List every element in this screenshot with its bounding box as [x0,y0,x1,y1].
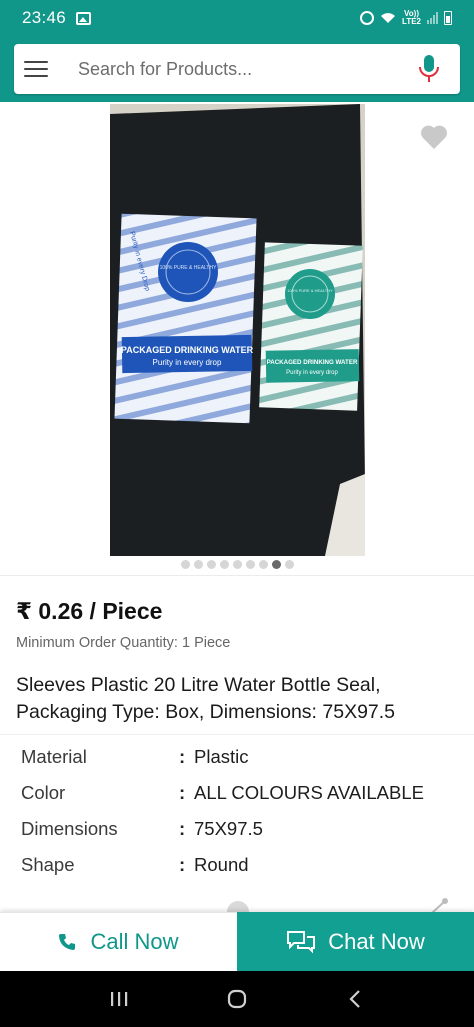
gallery-dot[interactable] [180,560,190,569]
call-now-button[interactable]: Call Now [0,912,237,971]
gallery-dot[interactable] [232,560,242,569]
spec-separator: : [179,818,186,839]
spec-key: Material [21,746,87,767]
network-label-bottom: LTE2 [402,17,421,26]
spec-separator: : [179,746,186,767]
spec-value: ALL COLOURS AVAILABLE [194,782,424,803]
specifications-table: Material : Plastic Color : ALL COLOURS A… [21,739,461,883]
chat-now-button[interactable]: Chat Now [237,912,474,971]
gallery-dot[interactable] [206,560,216,569]
phone-icon [59,934,76,950]
mic-icon[interactable] [418,54,440,84]
spec-value: Plastic [194,746,249,767]
blue-seal-text: 100% PURE & HEALTHY [160,265,218,271]
back-icon [349,990,360,1008]
spec-row-color: Color : ALL COLOURS AVAILABLE [21,775,461,811]
spec-row-material: Material : Plastic [21,739,461,775]
spec-key: Shape [21,854,75,875]
gallery-icon [76,11,92,25]
green-seal-text: 100% PURE & HEALTHY [287,288,333,293]
status-time: 23:46 [22,8,67,27]
back-button[interactable] [335,979,375,1019]
gallery-dot[interactable] [193,560,203,569]
recent-apps-icon [111,992,128,1006]
chat-now-label: Chat Now [328,928,425,954]
spec-value: Round [194,854,249,875]
spec-key: Color [21,782,66,803]
heart-icon[interactable] [420,124,448,150]
divider [0,734,474,735]
home-icon [227,989,247,1009]
product-gallery[interactable]: PACKAGED DRINKING WATER Purity in every … [0,102,474,576]
status-icons: Vo)) LTE2 [360,10,452,26]
gallery-dots [0,560,474,569]
green-label-main: PACKAGED DRINKING WATER [267,359,358,366]
gallery-dot[interactable] [271,560,281,569]
product-image[interactable]: PACKAGED DRINKING WATER Purity in every … [110,104,365,556]
spec-row-dimensions: Dimensions : 75X97.5 [21,811,461,847]
gallery-dot[interactable] [219,560,229,569]
recent-apps-button[interactable] [99,979,139,1019]
blue-label-main: PACKAGED DRINKING WATER [121,345,254,355]
minimum-order-quantity: Minimum Order Quantity: 1 Piece [16,635,231,651]
spec-separator: : [179,782,186,803]
spec-separator: : [179,854,186,875]
gallery-dot[interactable] [284,560,294,569]
green-sachet [259,242,363,411]
alarm-icon [360,11,375,25]
home-button[interactable] [217,979,257,1019]
green-label-sub: Purity in every drop [286,370,338,376]
spec-key: Dimensions [21,818,118,839]
search-bar [14,44,460,94]
cta-bar: Call Now Chat Now [0,912,474,971]
wifi-icon [381,13,396,23]
call-now-label: Call Now [90,929,179,954]
menu-icon[interactable] [24,61,48,77]
gallery-dot[interactable] [258,560,268,569]
system-nav-bar [0,971,474,1027]
blue-label-sub: Purity in every drop [153,358,222,367]
signal-icon [427,12,438,24]
product-title: Sleeves Plastic 20 Litre Water Bottle Se… [16,674,396,723]
battery-icon [444,11,452,25]
spec-value: 75X97.5 [194,818,263,839]
app-header [0,36,474,102]
status-bar: 23:46 Vo)) LTE2 [0,0,474,36]
network-type: Vo)) LTE2 [402,10,421,26]
gallery-dot[interactable] [245,560,255,569]
search-input[interactable] [78,58,398,80]
chat-icon [287,930,316,953]
product-price: ₹ 0.26 / Piece [16,598,163,624]
spec-row-shape: Shape : Round [21,847,461,883]
